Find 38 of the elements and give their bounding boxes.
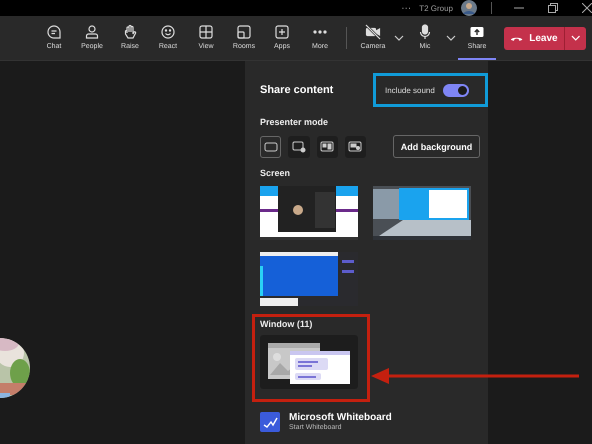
react-icon bbox=[160, 24, 176, 40]
windows-drawing[interactable] bbox=[260, 335, 358, 389]
share-icon bbox=[469, 24, 485, 40]
section-label: Screen bbox=[260, 168, 292, 178]
presenter-mode-button[interactable] bbox=[316, 136, 338, 158]
camera-icon bbox=[365, 24, 381, 40]
view-icon bbox=[198, 24, 214, 40]
people-icon bbox=[84, 24, 100, 40]
app-name: Microsoft Whiteboard bbox=[289, 412, 392, 423]
add-background-button[interactable]: Add background bbox=[393, 135, 480, 158]
side-mode-icon bbox=[320, 140, 334, 152]
screen-thumbnail[interactable] bbox=[260, 186, 358, 240]
presenter-mode-button[interactable] bbox=[344, 136, 366, 158]
include-sound-label: Include sound bbox=[385, 86, 435, 94]
section-label: Window (11) bbox=[260, 319, 314, 329]
mic-icon bbox=[417, 24, 433, 40]
raise-icon bbox=[122, 24, 138, 40]
leave-button[interactable]: Leave bbox=[504, 26, 586, 50]
panel-title: Share content bbox=[260, 84, 334, 96]
presenter-mode-button[interactable] bbox=[260, 136, 282, 158]
apps-icon bbox=[274, 24, 290, 40]
chevron-down-icon[interactable] bbox=[446, 34, 456, 42]
avatar-icon[interactable] bbox=[461, 0, 477, 16]
screen-thumbnail[interactable] bbox=[373, 186, 471, 240]
more-options-icon[interactable]: ··· bbox=[401, 2, 412, 14]
content-mode-icon bbox=[264, 140, 278, 152]
include-sound-toggle[interactable] bbox=[442, 84, 469, 96]
close-icon[interactable] bbox=[582, 3, 592, 13]
chat-icon bbox=[46, 24, 62, 40]
chevron-down-icon[interactable] bbox=[394, 34, 404, 42]
restore-icon[interactable] bbox=[548, 3, 558, 13]
whiteboard-icon bbox=[260, 412, 280, 432]
reporter-mode-icon bbox=[348, 140, 362, 152]
section-label: Presenter mode bbox=[260, 117, 330, 127]
account-name: T2 Group bbox=[419, 4, 453, 12]
presenter-mode-button[interactable] bbox=[288, 136, 310, 158]
standout-mode-icon bbox=[292, 140, 306, 152]
rooms-icon bbox=[236, 24, 252, 40]
